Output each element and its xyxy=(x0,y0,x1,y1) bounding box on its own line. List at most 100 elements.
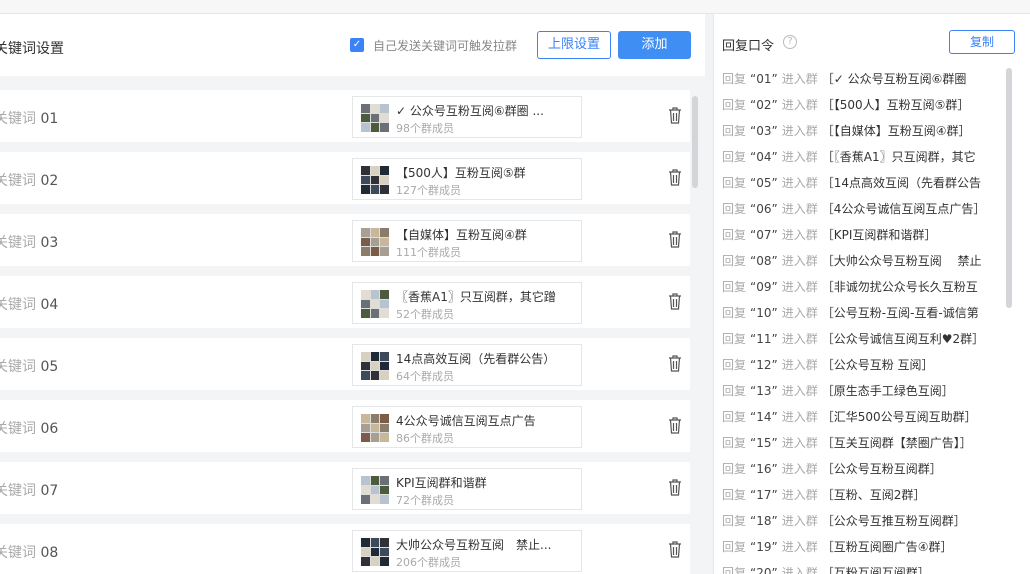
group-name: KPI互阅群和谐群 xyxy=(396,476,487,490)
reply-word: 回复 xyxy=(722,176,747,190)
reply-code: “19” xyxy=(750,540,778,554)
trash-icon[interactable] xyxy=(668,540,682,558)
group-card[interactable]: KPI互阅群和谐群 72个群成员 xyxy=(352,468,582,510)
target-group-name: ［互关互阅群【禁圈广告】］ xyxy=(821,436,972,450)
keyword-number: 06 xyxy=(40,421,59,437)
keyword-row: 关键词 08 大帅公众号互粉互阅 禁止... 206个群成员 xyxy=(0,524,690,574)
reply-code: “04” xyxy=(750,150,778,164)
target-group-name: ［公众号诚信互阅互利♥2群］ xyxy=(821,332,984,346)
group-card[interactable]: 14点高效互阅（先看群公告） 64个群成员 xyxy=(352,344,582,386)
copy-button[interactable]: 复制 xyxy=(949,30,1015,54)
group-name: ✓ 公众号互粉互阅⑥群圈 ... xyxy=(396,104,544,118)
target-group-name: ［KPI互阅群和谐群］ xyxy=(821,228,937,242)
keyword-number: 08 xyxy=(40,545,59,561)
reply-code-item: 回复 “01” 进入群 ［✓ 公众号互粉互阅⑥群圈 xyxy=(722,70,984,96)
reply-code: “20” xyxy=(750,566,778,574)
reply-code: “16” xyxy=(750,462,778,476)
join-word: 进入群 xyxy=(781,540,818,554)
keyword-row: 关键词 04 〖香蕉A1〗只互阅群，其它蹭 52个群成员 xyxy=(0,276,690,328)
trash-icon[interactable] xyxy=(668,292,682,310)
reply-code: “05” xyxy=(750,176,778,190)
reply-code: “06” xyxy=(750,202,778,216)
top-strip xyxy=(0,0,1030,14)
join-word: 进入群 xyxy=(781,488,818,502)
reply-code: “14” xyxy=(750,410,778,424)
target-group-name: ［✓ 公众号互粉互阅⑥群圈 xyxy=(821,72,967,86)
trash-icon[interactable] xyxy=(668,230,682,248)
group-card[interactable]: 4公众号诚信互阅互点广告 86个群成员 xyxy=(352,406,582,448)
reply-code-item: 回复 “19” 进入群 ［互粉互阅圈广告④群］ xyxy=(722,538,984,564)
target-group-name: ［互粉互阅圈广告④群］ xyxy=(821,540,953,554)
group-card[interactable]: 【500人】互粉互阅⑤群 127个群成员 xyxy=(352,158,582,200)
reply-code-scrollbar[interactable] xyxy=(1006,68,1012,308)
reply-word: 回复 xyxy=(722,150,747,164)
group-member-count: 127个群成员 xyxy=(396,184,461,197)
keyword-number: 03 xyxy=(40,235,59,251)
keyword-label: 关键词 01 xyxy=(0,108,58,128)
keyword-number: 02 xyxy=(40,173,59,189)
reply-code-item: 回复 “14” 进入群 ［汇华500公号互阅互助群］ xyxy=(722,408,984,434)
reply-code-item: 回复 “07” 进入群 ［KPI互阅群和谐群］ xyxy=(722,226,984,252)
limit-settings-button[interactable]: 上限设置 xyxy=(537,31,611,59)
group-member-count: 206个群成员 xyxy=(396,556,461,569)
reply-code: “10” xyxy=(750,306,778,320)
join-word: 进入群 xyxy=(781,72,818,86)
group-card[interactable]: 【自媒体】互粉互阅④群 111个群成员 xyxy=(352,220,582,262)
trash-icon[interactable] xyxy=(668,416,682,434)
reply-word: 回复 xyxy=(722,98,747,112)
group-card[interactable]: ✓ 公众号互粉互阅⑥群圈 ... 98个群成员 xyxy=(352,96,582,138)
reply-code: “13” xyxy=(750,384,778,398)
add-button[interactable]: 添加 xyxy=(618,31,691,59)
auto-trigger-checkbox[interactable]: ✓ xyxy=(350,38,364,52)
keyword-list-scrollbar[interactable] xyxy=(692,96,698,188)
reply-code-item: 回复 “13” 进入群 ［原生态手工绿色互阅］ xyxy=(722,382,984,408)
trash-icon[interactable] xyxy=(668,478,682,496)
group-name: 大帅公众号互粉互阅 禁止... xyxy=(396,538,552,552)
group-avatar xyxy=(361,166,389,194)
keyword-settings-app: 关键词设置 ✓ 自己发送关键词可触发拉群 上限设置 添加 关键词 01 ✓ 公众号… xyxy=(0,0,1030,574)
target-group-name: ［互粉、互阅2群］ xyxy=(821,488,926,502)
reply-code-item: 回复 “04” 进入群 ［〖香蕉A1〗只互阅群，其它 xyxy=(722,148,984,174)
target-group-name: ［汇华500公号互阅互助群］ xyxy=(821,410,977,424)
target-group-name: ［14点高效互阅（先看群公告 xyxy=(821,176,982,190)
reply-code-item: 回复 “09” 进入群 ［非诚勿扰公众号长久互粉互 xyxy=(722,278,984,304)
reply-word: 回复 xyxy=(722,540,747,554)
keyword-label: 关键词 08 xyxy=(0,542,58,562)
group-card[interactable]: 大帅公众号互粉互阅 禁止... 206个群成员 xyxy=(352,530,582,572)
join-word: 进入群 xyxy=(781,514,818,528)
join-word: 进入群 xyxy=(781,384,818,398)
reply-code: “03” xyxy=(750,124,778,138)
target-group-name: ［4公众号诚信互阅互点广告］ xyxy=(821,202,984,216)
target-group-name: ［公众号互推互粉互阅群］ xyxy=(821,514,966,528)
group-member-count: 64个群成员 xyxy=(396,370,454,383)
keyword-row: 关键词 05 14点高效互阅（先看群公告） 64个群成员 xyxy=(0,338,690,390)
join-word: 进入群 xyxy=(781,98,818,112)
keyword-prefix: 关键词 xyxy=(0,421,36,437)
group-card[interactable]: 〖香蕉A1〗只互阅群，其它蹭 52个群成员 xyxy=(352,282,582,324)
reply-code-item: 回复 “10” 进入群 ［公号互粉-互阅-互看-诚信第 xyxy=(722,304,984,330)
trash-icon[interactable] xyxy=(668,106,682,124)
trash-icon[interactable] xyxy=(668,168,682,186)
reply-code-item: 回复 “03” 进入群 ［【自媒体】互粉互阅④群］ xyxy=(722,122,984,148)
group-member-count: 72个群成员 xyxy=(396,494,454,507)
keyword-settings-header: 关键词设置 ✓ 自己发送关键词可触发拉群 上限设置 添加 xyxy=(0,14,705,76)
help-icon[interactable]: ? xyxy=(783,35,797,49)
reply-code: “18” xyxy=(750,514,778,528)
group-avatar xyxy=(361,538,389,566)
join-word: 进入群 xyxy=(781,254,818,268)
target-group-name: ［非诚勿扰公众号长久互粉互 xyxy=(821,280,978,294)
target-group-name: ［【自媒体】互粉互阅④群］ xyxy=(821,124,971,138)
reply-code: “17” xyxy=(750,488,778,502)
join-word: 进入群 xyxy=(781,306,818,320)
join-word: 进入群 xyxy=(781,436,818,450)
keyword-label: 关键词 05 xyxy=(0,356,58,376)
reply-code-item: 回复 “05” 进入群 ［14点高效互阅（先看群公告 xyxy=(722,174,984,200)
group-avatar xyxy=(361,414,389,442)
reply-code: “01” xyxy=(750,72,778,86)
keyword-number: 07 xyxy=(40,483,59,499)
trash-icon[interactable] xyxy=(668,354,682,372)
group-name: 4公众号诚信互阅互点广告 xyxy=(396,414,536,428)
reply-code-item: 回复 “18” 进入群 ［公众号互推互粉互阅群］ xyxy=(722,512,984,538)
join-word: 进入群 xyxy=(781,462,818,476)
group-name: 〖香蕉A1〗只互阅群，其它蹭 xyxy=(396,290,556,304)
